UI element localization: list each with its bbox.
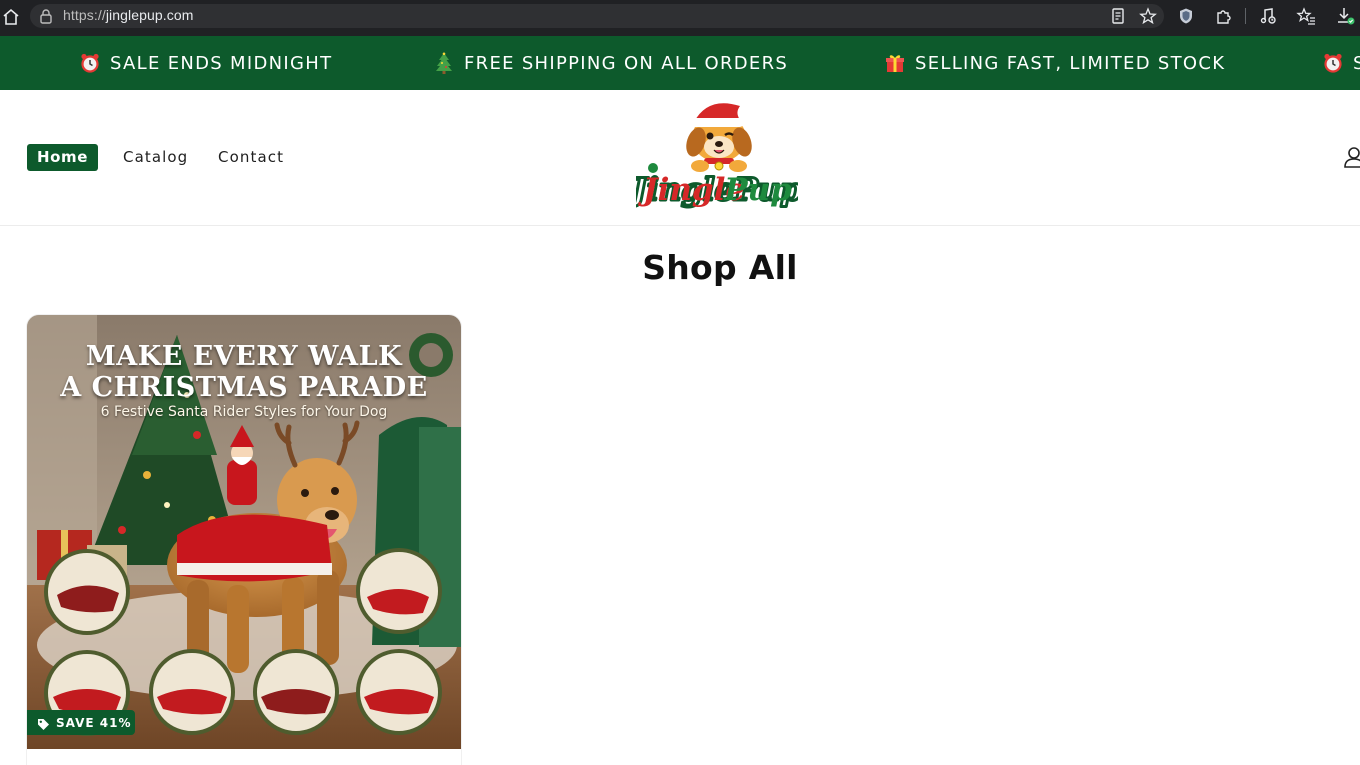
promo-subheadline: 6 Festive Santa Rider Styles for Your Do… (100, 404, 388, 420)
sale-badge: SAVE 41% (27, 710, 135, 735)
site-info-icon[interactable] (38, 8, 54, 24)
nav-contact-link[interactable]: Contact (218, 144, 284, 171)
gift-icon (884, 52, 906, 74)
sale-badge-text: SAVE 41% (56, 715, 132, 730)
url-host: jinglepup.com (105, 7, 194, 23)
christmas-tree-icon (433, 52, 455, 74)
promo-headline-line-2: A CHRISTMAS PARADE (60, 372, 428, 403)
page-title: Shop All (642, 248, 798, 287)
toolbar-separator (1245, 8, 1246, 24)
announcement-item: SELLING FAST, LIMITED STOCK (884, 51, 1225, 75)
alarm-clock-icon (79, 52, 101, 74)
site-header: Home Catalog Contact JinglePup JinglePup… (0, 90, 1360, 226)
url-text: https://jinglepup.com (63, 7, 194, 23)
media-control-icon[interactable] (1257, 5, 1279, 27)
announcement-text: SELLING FAST, LIMITED STOCK (915, 52, 1226, 74)
url-scheme: https:// (63, 7, 106, 23)
nav-home-link[interactable]: Home (27, 144, 98, 171)
announcement-item: SALE ENDS MIDNIGHT (79, 51, 332, 75)
announcement-item: S (1322, 51, 1360, 75)
favorite-star-icon[interactable] (1137, 5, 1159, 27)
announcement-text: FREE SHIPPING ON ALL ORDERS (464, 52, 789, 74)
reader-view-icon[interactable] (1107, 5, 1129, 27)
account-icon[interactable] (1343, 145, 1360, 171)
extensions-puzzle-icon[interactable] (1213, 5, 1235, 27)
price-tag-icon (37, 716, 50, 730)
announcement-bar: SALE ENDS MIDNIGHT FREE SHIPPING ON ALL … (0, 36, 1360, 90)
downloads-icon[interactable] (1335, 5, 1357, 27)
promo-headline-line-1: MAKE EVERY WALK (85, 341, 403, 372)
nav-catalog-link[interactable]: Catalog (123, 144, 188, 171)
address-bar[interactable]: https://jinglepup.com (30, 4, 1164, 28)
announcement-text: S (1353, 53, 1360, 74)
logo-text-pup: Pup (723, 172, 792, 208)
browser-toolbar: https://jinglepup.com (0, 0, 1360, 36)
announcement-text: SALE ENDS MIDNIGHT (110, 52, 333, 74)
shield-extension-icon[interactable] (1175, 5, 1197, 27)
product-image[interactable]: MAKE EVERY WALK A CHRISTMAS PARADE 6 Fes… (27, 315, 461, 749)
announcement-item: FREE SHIPPING ON ALL ORDERS (433, 51, 788, 75)
product-card[interactable]: MAKE EVERY WALK A CHRISTMAS PARADE 6 Fes… (27, 315, 461, 765)
jinglepup-logo[interactable]: JinglePup JinglePup Jingle Pup (624, 100, 806, 212)
home-icon[interactable] (0, 6, 22, 28)
favorites-list-icon[interactable] (1295, 5, 1317, 27)
alarm-clock-icon (1322, 52, 1344, 74)
